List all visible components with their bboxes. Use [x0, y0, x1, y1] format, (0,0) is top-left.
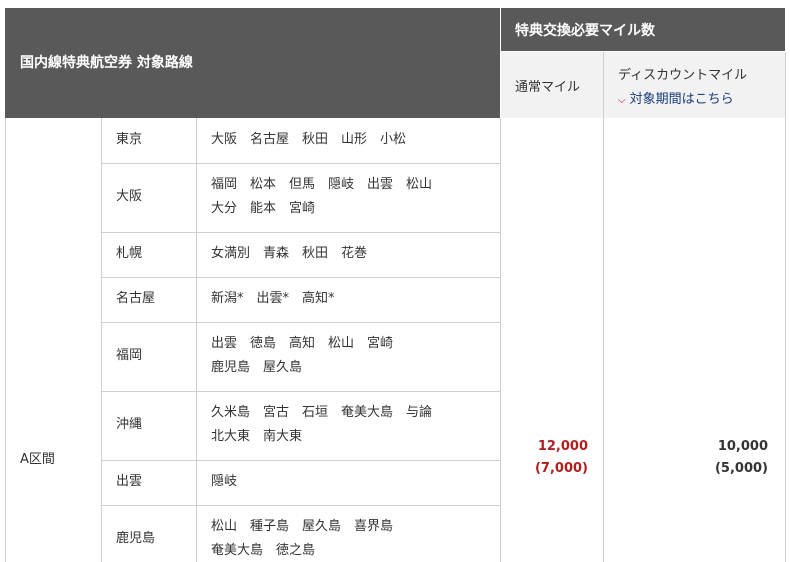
period-link[interactable]: ⌵ 対象期間はこちら [618, 88, 734, 107]
discount-miles-label: ディスカウントマイル [618, 68, 748, 83]
miles-header: 特典交換必要マイル数 [501, 8, 785, 51]
destination-list: 大分 能本 宮崎 [211, 201, 316, 216]
normal-miles-header: 通常マイル [501, 52, 603, 118]
row-divider [101, 232, 500, 233]
row-divider [101, 322, 500, 323]
row-divider [101, 163, 500, 164]
award-route-table: 国内線特典航空券 対象路線 特典交換必要マイル数 通常マイル ディスカウントマイ… [0, 0, 790, 562]
origin-city: 名古屋 [116, 291, 156, 306]
grid-line [196, 118, 197, 562]
route-header: 国内線特典航空券 対象路線 [5, 8, 500, 118]
row-divider [101, 505, 500, 506]
origin-city: 札幌 [116, 246, 143, 261]
discount-miles-amount: 10,000 [717, 439, 768, 454]
area-label: A区間 [20, 452, 55, 467]
grid-line [5, 118, 6, 562]
chevron-down-icon: ⌵ [618, 95, 626, 106]
grid-line [603, 52, 604, 562]
miles-header-label: 特典交換必要マイル数 [515, 23, 655, 39]
destination-list: 久米島 宮古 石垣 奄美大島 与論 [211, 405, 433, 420]
origin-city: 大阪 [116, 189, 143, 204]
destination-list: 鹿児島 屋久島 [211, 360, 303, 375]
origin-city: 出雲 [116, 474, 143, 489]
destination-list: 新潟* 出雲* 高知* [211, 291, 335, 306]
normal-miles-amount: 12,000 [537, 439, 588, 454]
grid-line [501, 51, 785, 52]
destination-list: 北大東 南大東 [211, 429, 303, 444]
row-divider [101, 391, 500, 392]
destination-list: 女満別 青森 秋田 花巻 [211, 246, 368, 261]
normal-miles-discounted-amount: (7,000) [534, 461, 588, 476]
grid-line [101, 118, 102, 562]
row-divider [101, 277, 500, 278]
discount-miles-header: ディスカウントマイル ⌵ 対象期間はこちら [604, 52, 785, 118]
destination-list: 奄美大島 徳之島 [211, 543, 316, 558]
discount-miles-discounted-amount: (5,000) [714, 461, 768, 476]
grid-line [500, 118, 501, 562]
normal-miles-label: 通常マイル [515, 80, 581, 95]
destination-list: 福岡 松本 但馬 隠岐 出雲 松山 [211, 177, 433, 192]
route-header-label: 国内線特典航空券 対象路線 [20, 55, 193, 71]
destination-list: 隠岐 [211, 474, 238, 489]
period-link-label: 対象期間はこちら [629, 92, 734, 107]
origin-city: 東京 [116, 132, 143, 147]
normal-miles-value: 12,000 (7,000) [503, 436, 588, 480]
origin-city: 沖縄 [116, 417, 143, 432]
origin-city: 福岡 [116, 348, 143, 363]
discount-miles-value: 10,000 (5,000) [606, 436, 768, 480]
origin-city: 鹿児島 [116, 531, 156, 546]
destination-list: 松山 種子島 屋久島 喜界島 [211, 519, 394, 534]
page-edge [786, 8, 790, 562]
destination-list: 大阪 名古屋 秋田 山形 小松 [211, 132, 407, 147]
row-divider [101, 460, 500, 461]
destination-list: 出雲 徳島 高知 松山 宮崎 [211, 336, 394, 351]
